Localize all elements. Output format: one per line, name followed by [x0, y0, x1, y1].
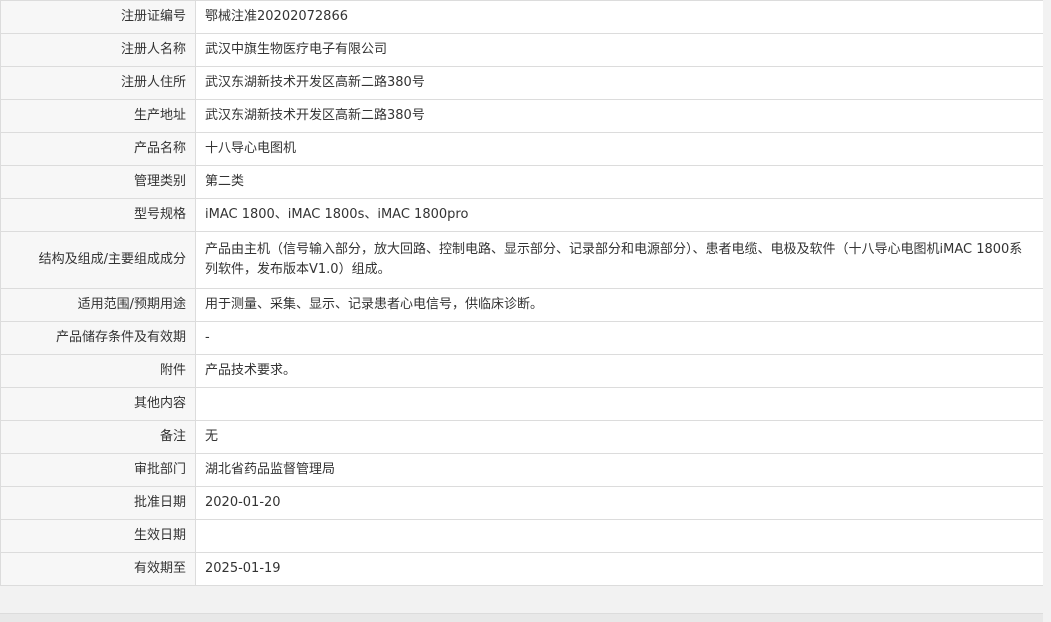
field-value: 武汉东湖新技术开发区高新二路380号 — [195, 66, 1044, 100]
field-label: 批准日期 — [0, 486, 196, 520]
field-label: 有效期至 — [0, 552, 196, 586]
field-value: 湖北省药品监督管理局 — [195, 453, 1044, 487]
field-label: 型号规格 — [0, 198, 196, 232]
field-value: 产品由主机（信号输入部分，放大回路、控制电路、显示部分、记录部分和电源部分）、患… — [195, 231, 1044, 289]
row-attachments: 附件 产品技术要求。 — [0, 354, 1044, 388]
row-valid-until: 有效期至 2025-01-19 — [0, 552, 1044, 586]
field-label: 适用范围/预期用途 — [0, 288, 196, 322]
right-gutter — [1043, 0, 1051, 622]
field-label: 注册人名称 — [0, 33, 196, 67]
field-label: 其他内容 — [0, 387, 196, 421]
row-effective-date: 生效日期 — [0, 519, 1044, 553]
field-label: 产品名称 — [0, 132, 196, 166]
horizontal-scrollbar[interactable] — [0, 613, 1043, 622]
field-label: 生产地址 — [0, 99, 196, 133]
field-label: 附件 — [0, 354, 196, 388]
row-remarks: 备注 无 — [0, 420, 1044, 454]
field-label: 生效日期 — [0, 519, 196, 553]
row-model-spec: 型号规格 iMAC 1800、iMAC 1800s、iMAC 1800pro — [0, 198, 1044, 232]
field-label: 结构及组成/主要组成成分 — [0, 231, 196, 289]
field-value: 2025-01-19 — [195, 552, 1044, 586]
field-value: 无 — [195, 420, 1044, 454]
row-other-content: 其他内容 — [0, 387, 1044, 421]
field-label: 备注 — [0, 420, 196, 454]
field-value: 产品技术要求。 — [195, 354, 1044, 388]
row-approval-date: 批准日期 2020-01-20 — [0, 486, 1044, 520]
field-label: 产品储存条件及有效期 — [0, 321, 196, 355]
field-value: iMAC 1800、iMAC 1800s、iMAC 1800pro — [195, 198, 1044, 232]
row-structure-composition: 结构及组成/主要组成成分 产品由主机（信号输入部分，放大回路、控制电路、显示部分… — [0, 231, 1044, 289]
field-label: 注册证编号 — [0, 0, 196, 34]
row-management-category: 管理类别 第二类 — [0, 165, 1044, 199]
field-value: 武汉东湖新技术开发区高新二路380号 — [195, 99, 1044, 133]
field-value: 鄂械注准20202072866 — [195, 0, 1044, 34]
field-label: 审批部门 — [0, 453, 196, 487]
field-value — [195, 387, 1044, 421]
field-value: 武汉中旗生物医疗电子有限公司 — [195, 33, 1044, 67]
row-registrant-name: 注册人名称 武汉中旗生物医疗电子有限公司 — [0, 33, 1044, 67]
field-value: - — [195, 321, 1044, 355]
row-approval-department: 审批部门 湖北省药品监督管理局 — [0, 453, 1044, 487]
field-value — [195, 519, 1044, 553]
device-registration-detail-page: 注册证编号 鄂械注准20202072866 注册人名称 武汉中旗生物医疗电子有限… — [0, 0, 1051, 622]
row-registration-number: 注册证编号 鄂械注准20202072866 — [0, 0, 1044, 34]
field-label: 注册人住所 — [0, 66, 196, 100]
registration-detail-table: 注册证编号 鄂械注准20202072866 注册人名称 武汉中旗生物医疗电子有限… — [0, 0, 1044, 586]
row-storage-validity: 产品储存条件及有效期 - — [0, 321, 1044, 355]
field-value: 用于测量、采集、显示、记录患者心电信号，供临床诊断。 — [195, 288, 1044, 322]
field-value: 十八导心电图机 — [195, 132, 1044, 166]
row-registrant-address: 注册人住所 武汉东湖新技术开发区高新二路380号 — [0, 66, 1044, 100]
row-intended-use: 适用范围/预期用途 用于测量、采集、显示、记录患者心电信号，供临床诊断。 — [0, 288, 1044, 322]
row-product-name: 产品名称 十八导心电图机 — [0, 132, 1044, 166]
row-production-address: 生产地址 武汉东湖新技术开发区高新二路380号 — [0, 99, 1044, 133]
field-label: 管理类别 — [0, 165, 196, 199]
field-value: 2020-01-20 — [195, 486, 1044, 520]
field-value: 第二类 — [195, 165, 1044, 199]
